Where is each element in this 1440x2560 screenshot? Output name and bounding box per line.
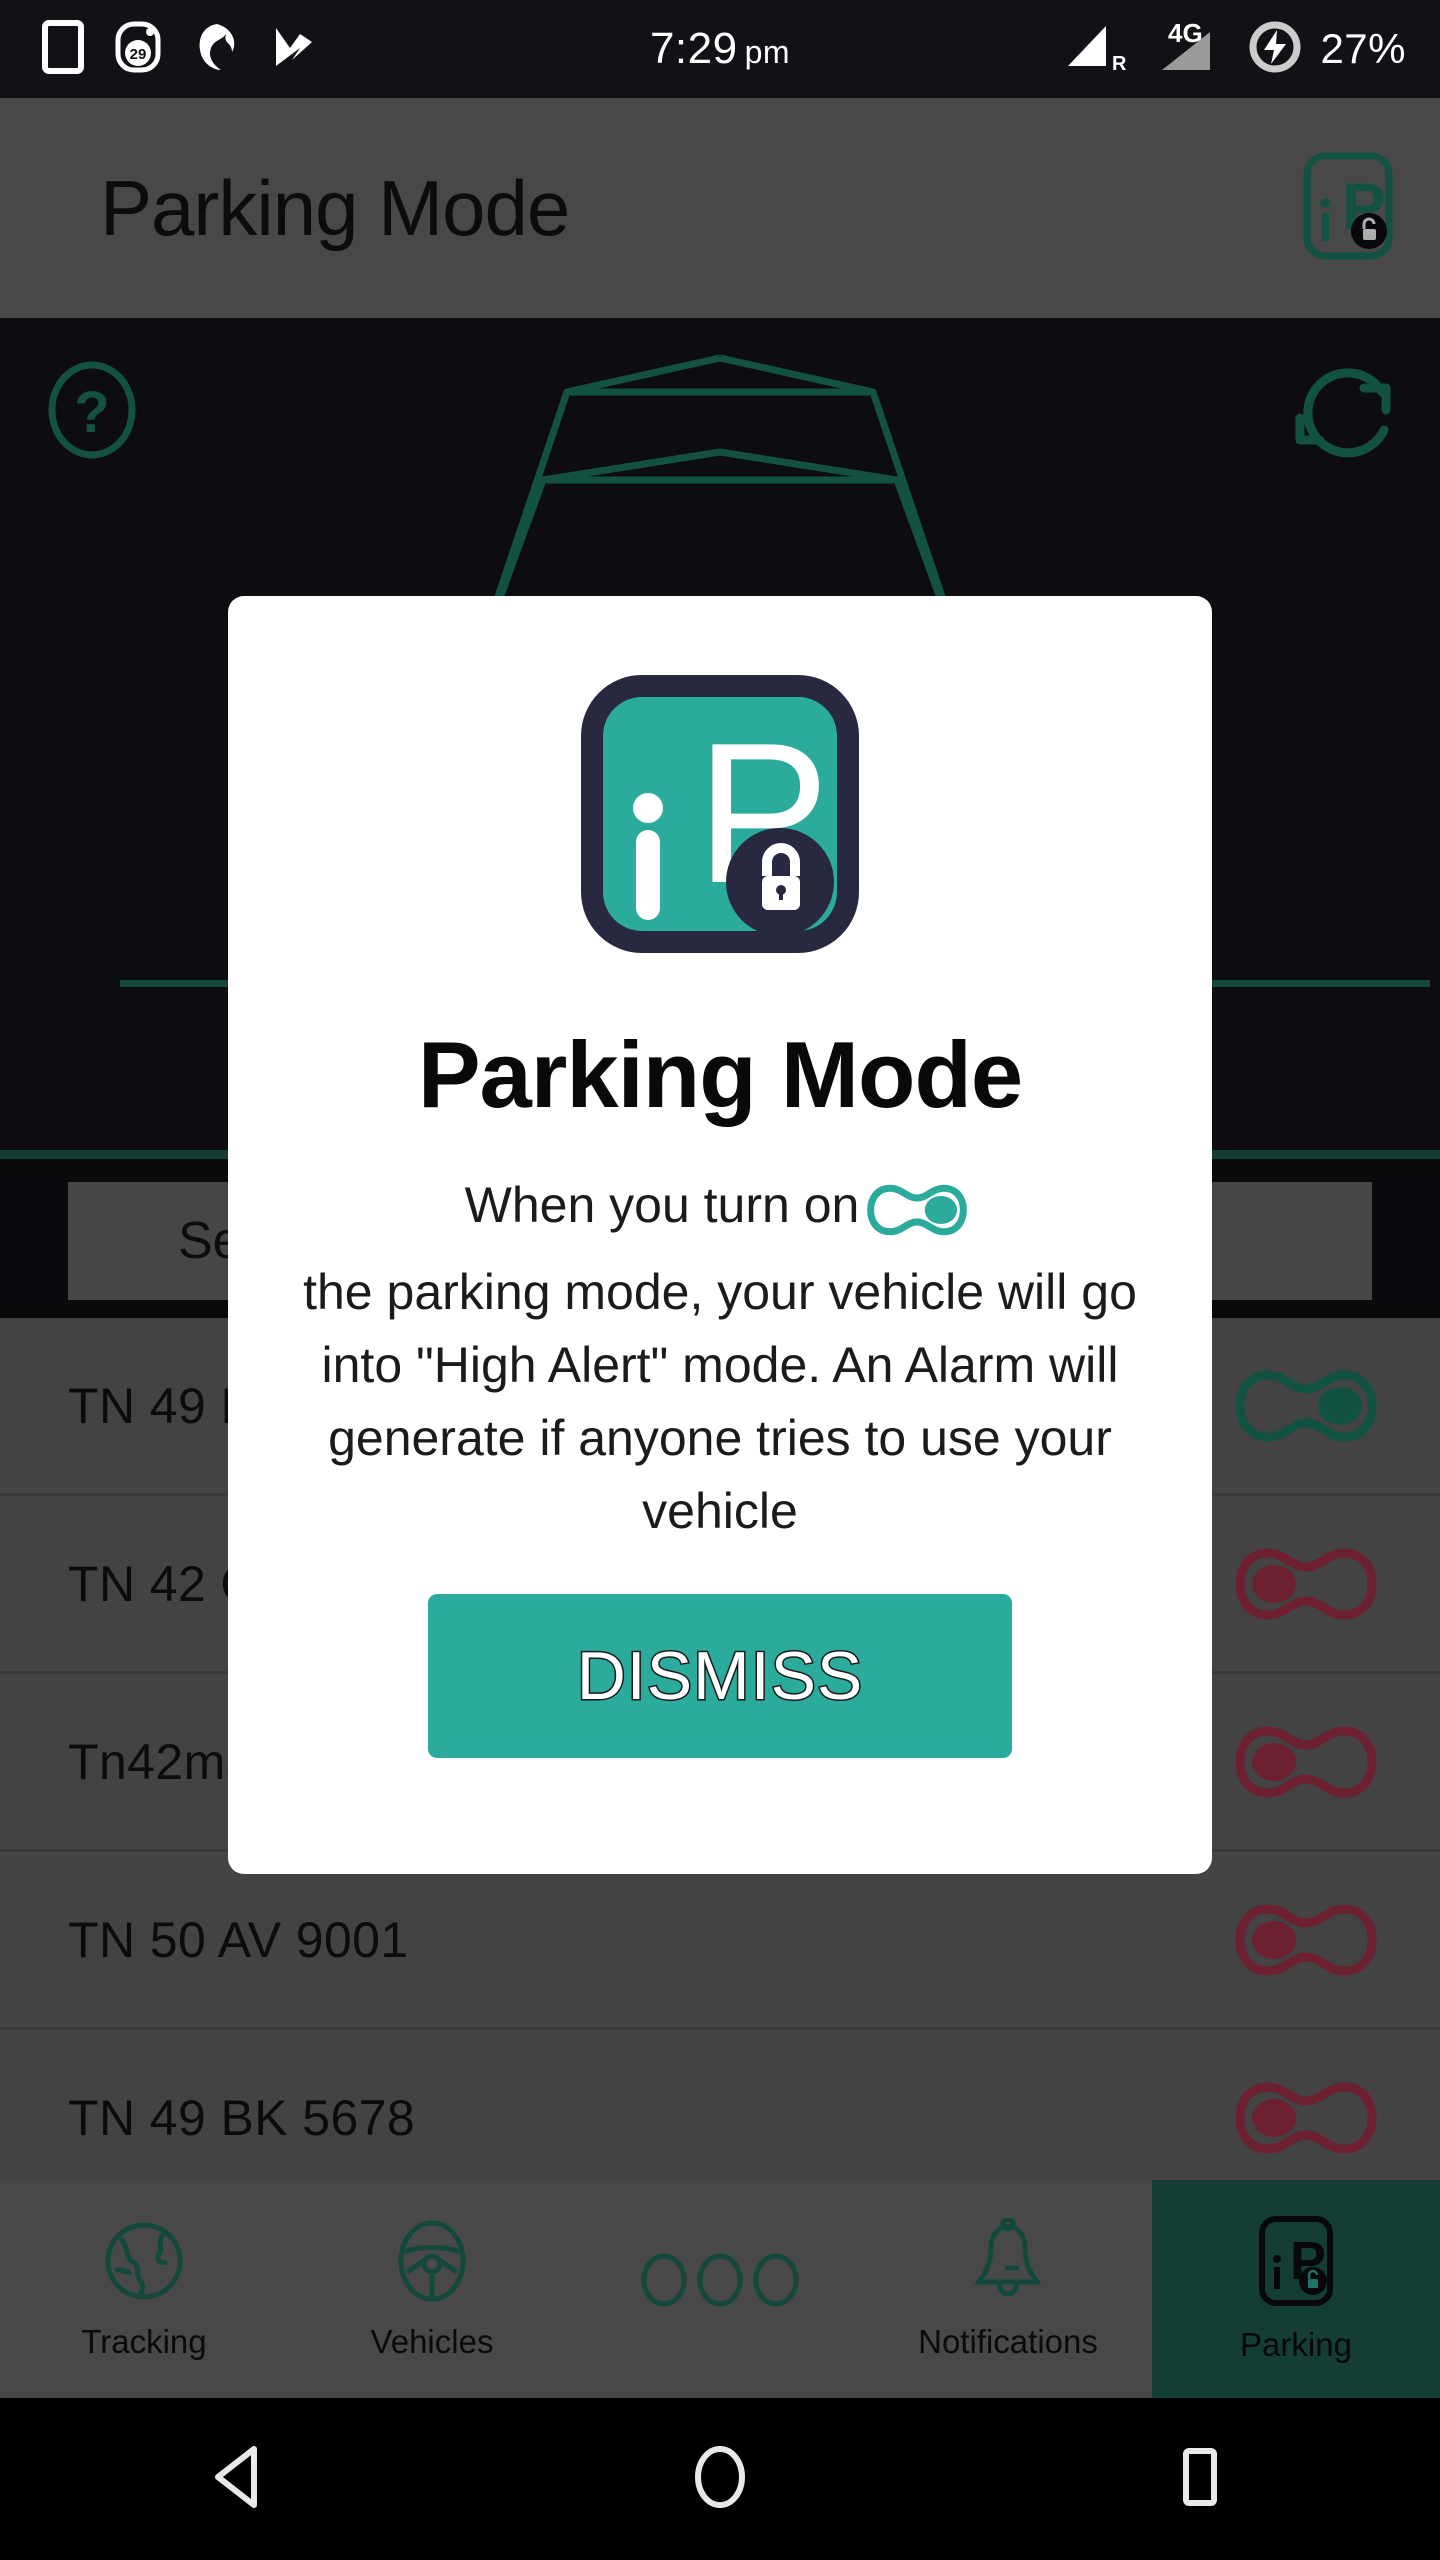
clock-time: 7:29 [649, 24, 738, 73]
battery-percent: 27% [1320, 25, 1406, 72]
battery-charging-icon [1246, 18, 1304, 81]
android-navigation-bar [0, 2398, 1440, 2560]
status-bar: 29 7:29 pm R 4G 27% [0, 0, 1440, 98]
dismiss-button[interactable]: DISMISS [428, 1594, 1012, 1758]
dialog-title: Parking Mode [417, 1022, 1023, 1127]
sim-card-icon [42, 19, 84, 79]
firefox-icon [192, 20, 242, 79]
home-circle-icon[interactable] [682, 2439, 758, 2520]
back-triangle-icon[interactable] [202, 2439, 278, 2520]
dialog-body-part1: When you turn on [464, 1177, 860, 1233]
clock-ampm: pm [744, 34, 791, 70]
status-bar-system-icons: R 4G 27% [1062, 18, 1406, 81]
svg-text:R: R [1112, 53, 1127, 75]
svg-text:29: 29 [130, 46, 147, 63]
dialog-body-part2: the parking mode, your vehicle will go i… [303, 1264, 1137, 1539]
checkmark-icon [270, 20, 318, 79]
recents-square-icon[interactable] [1162, 2439, 1238, 2520]
signal-bars-roaming-icon: R [1062, 18, 1132, 81]
parking-mode-dialog: P Parking Mode When you turn on the park… [228, 596, 1212, 1874]
alarm-clock-icon: 29 [112, 20, 164, 79]
parking-lock-app-icon: P [576, 670, 864, 963]
phone-screen: 29 7:29 pm R 4G 27% Parking Mode P ? Sea… [0, 0, 1440, 2560]
dialog-body: When you turn on the parking mode, your … [280, 1169, 1160, 1548]
toggle-on-icon [865, 1183, 969, 1256]
status-bar-notification-icons: 29 [0, 19, 318, 79]
signal-bars-4g-icon: 4G [1148, 18, 1230, 81]
